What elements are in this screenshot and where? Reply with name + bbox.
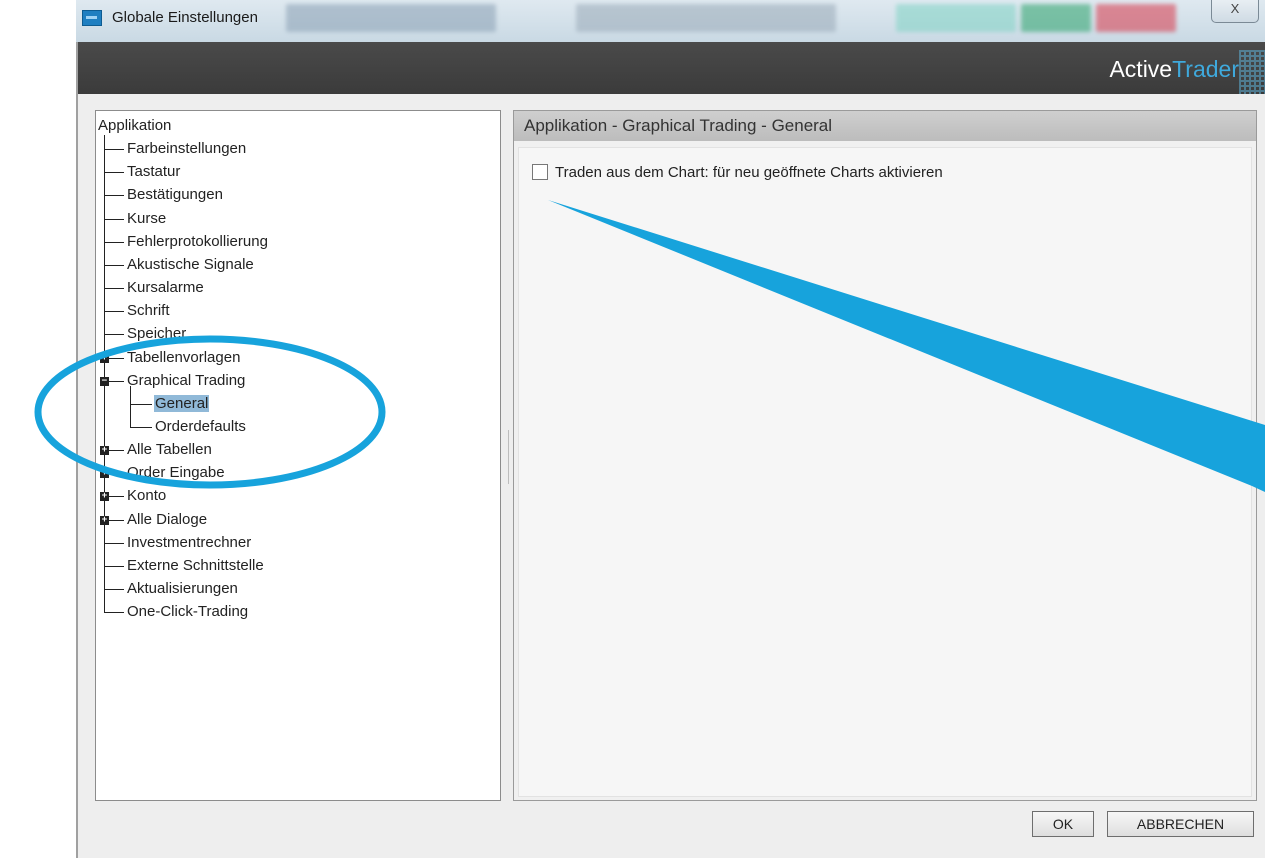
tree-item-orderdefaults[interactable]: Orderdefaults [154,416,247,438]
tree-item-label: Bestätigungen [127,186,223,204]
tree-item-order-eingabe[interactable]: Order Eingabe [126,462,226,484]
close-icon: X [1230,1,1240,16]
cancel-button[interactable]: ABBRECHEN [1107,811,1254,837]
tree-connector [104,612,124,614]
tree-item-general[interactable]: General [154,393,210,415]
tree-connector [104,241,124,243]
tree-connector [104,565,124,567]
tree-item-investmentrechner[interactable]: Investmentrechner [126,532,252,554]
brand-logo: ActiveTrader [1109,56,1239,82]
tree-connector [130,426,152,428]
tree-item-alle-tabellen[interactable]: Alle Tabellen [126,439,213,461]
header-bar: ActiveTrader [78,42,1265,94]
tree-connector [104,288,124,290]
tree-item-tabellenvorlagen[interactable]: Tabellenvorlagen [126,347,241,369]
tree-item-label: Externe Schnittstelle [127,556,264,574]
tree-connector [104,589,124,590]
app-icon [82,10,102,26]
tree-connector [104,172,124,174]
background-window-blur [286,4,496,32]
splitter-handle[interactable] [508,430,509,484]
ok-button[interactable]: OK [1032,811,1094,837]
content-header: Applikation - Graphical Trading - Genera… [514,111,1256,141]
tree-item-label: Applikation [98,117,172,134]
close-button[interactable]: X [1211,0,1259,23]
settings-tree[interactable]: Applikation Farbeinstellungen Tastatur Best… [95,110,501,801]
tree-connector [104,135,105,613]
collapse-icon[interactable]: − [100,376,109,386]
expand-icon[interactable]: + [100,446,109,456]
tree-item-label: Kursalarme [127,279,204,297]
tree-item-bestätigungen[interactable]: Bestätigungen [126,184,224,206]
tree-connector [104,195,124,197]
tree-item-kursalarme[interactable]: Kursalarme [126,277,205,299]
tree-item-aktualisierungen[interactable]: Aktualisierungen [126,578,239,600]
tree-item-akustische-signale[interactable]: Akustische Signale [126,254,255,276]
tree-connector [104,264,124,266]
tree-item-konto[interactable]: Konto [126,485,167,507]
tree-item-tastatur[interactable]: Tastatur [126,161,181,183]
tree-item-farbeinstellungen[interactable]: Farbeinstellungen [126,138,247,160]
trade-from-chart-checkbox[interactable] [532,164,548,180]
tree-connector [104,218,124,220]
tree-item-label: Fehlerprotokollierung [127,232,268,250]
trade-from-chart-label: Traden aus dem Chart: für neu geöffnete … [555,163,943,181]
tree-item-label: Order Eingabe [127,464,225,482]
background-window-blur [576,4,836,32]
expand-icon[interactable]: + [100,492,109,502]
tree-item-alle-dialoge[interactable]: Alle Dialoge [126,509,208,531]
tree-item-label: General [154,394,210,412]
tree-root-applikation[interactable]: Applikation [97,115,172,137]
background-window-blur [1096,4,1176,32]
tree-item-label: Aktualisierungen [127,580,238,597]
tree-item-label: Alle Tabellen [127,441,212,459]
expand-icon[interactable]: + [100,353,109,363]
tree-connector [104,334,124,336]
content-area [518,147,1252,797]
tree-item-graphical-trading[interactable]: Graphical Trading [126,370,246,392]
background-window-blur [896,4,1016,32]
tree-item-one-click-trading[interactable]: One-Click-Trading [126,601,249,623]
brand-pattern [1239,50,1265,94]
tree-item-label: Tastatur [127,163,181,181]
background-window-blur [1021,4,1091,32]
tree-item-label: Schrift [127,302,170,320]
tree-connector [130,403,152,405]
tree-item-label: Kurse [127,209,167,227]
tree-item-schrift[interactable]: Schrift [126,300,171,322]
tree-item-fehlerprotokollierung[interactable]: Fehlerprotokollierung [126,231,269,253]
expand-icon[interactable]: + [100,469,109,479]
tree-item-label: Alle Dialoge [127,510,208,528]
tree-item-label: Farbeinstellungen [127,140,247,158]
expand-icon[interactable]: + [100,515,109,525]
dialog-window: Globale Einstellungen X ActiveTrader App… [0,0,1265,858]
tree-item-label: Graphical Trading [127,371,246,389]
tree-connector [104,149,124,151]
tree-item-label: Speicher [127,325,187,343]
tree-item-externe-schnittstelle[interactable]: Externe Schnittstelle [126,555,265,577]
tree-item-label: Konto [127,487,167,505]
tree-item-label: Orderdefaults [155,417,246,435]
title-bar[interactable]: Globale Einstellungen X [76,0,1265,42]
trade-from-chart-option[interactable]: Traden aus dem Chart: für neu geöffnete … [532,162,943,182]
tree-connector [130,385,131,428]
tree-connector [104,542,124,544]
tree-item-label: Investmentrechner [127,533,252,551]
tree-connector [104,311,124,313]
tree-item-label: Akustische Signale [127,255,254,273]
tree-item-kurse[interactable]: Kurse [126,208,167,230]
tree-item-label: One-Click-Trading [127,603,249,621]
settings-content-panel: Applikation - Graphical Trading - Genera… [513,110,1257,801]
tree-item-speicher[interactable]: Speicher [126,323,187,345]
window-title: Globale Einstellungen [112,9,258,26]
tree-item-label: Tabellenvorlagen [127,348,241,366]
